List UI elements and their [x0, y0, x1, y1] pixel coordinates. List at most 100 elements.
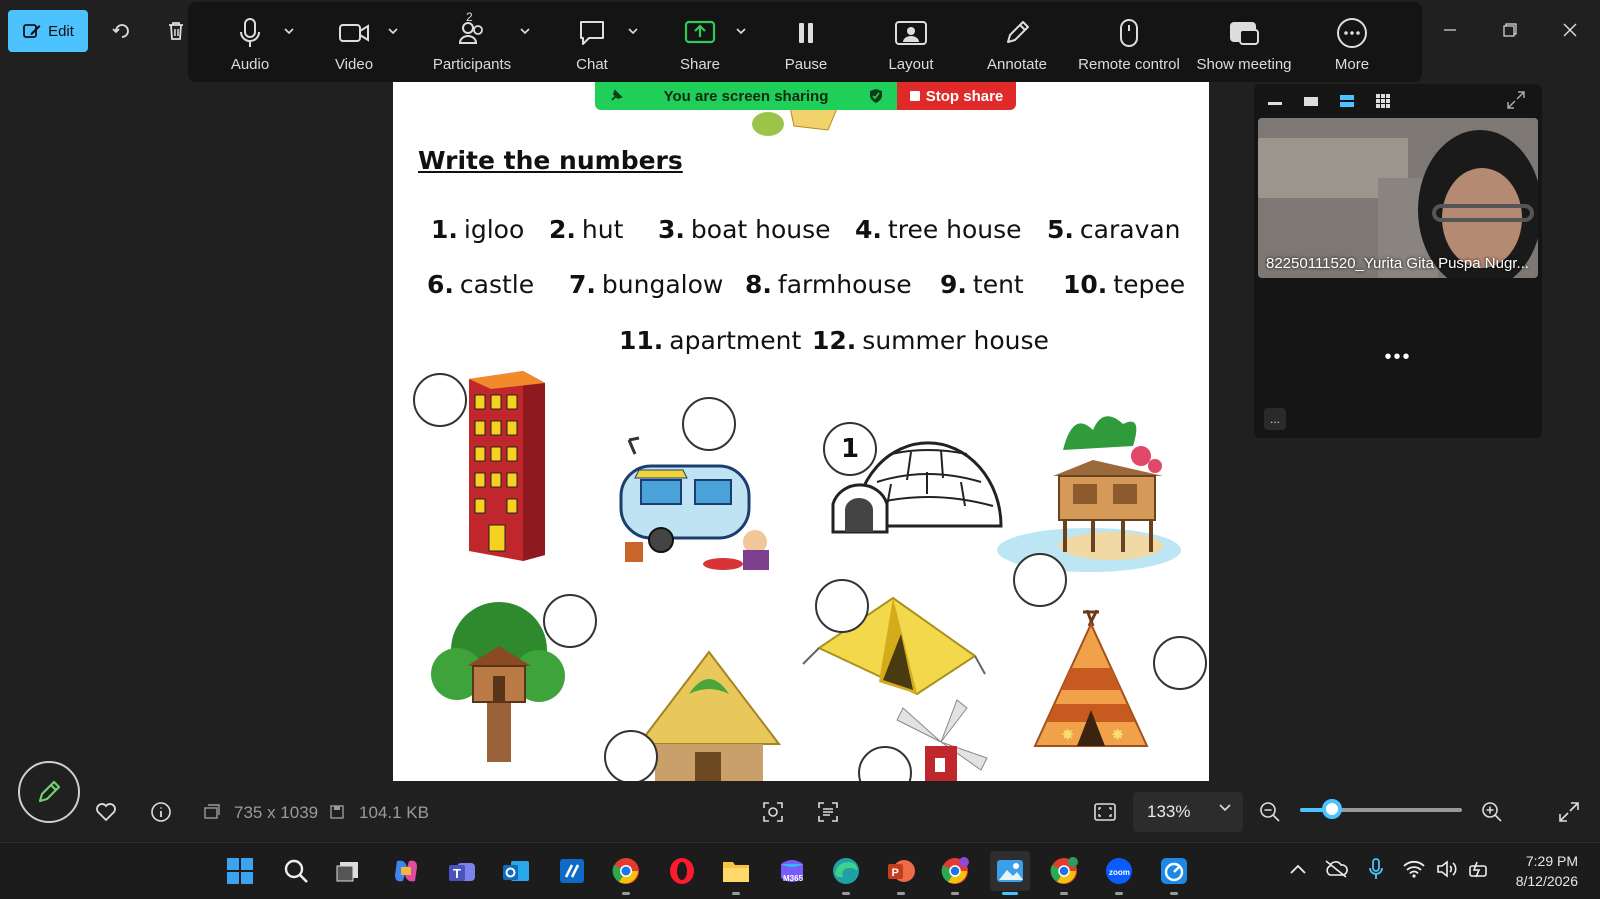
word-text: apartment	[669, 326, 802, 355]
audio-button[interactable]: Audio	[198, 2, 302, 82]
worksheet-title: Write the numbers	[418, 146, 683, 175]
answer-circle[interactable]	[815, 579, 869, 633]
answer-circle[interactable]	[1153, 636, 1207, 690]
fullscreen-button[interactable]	[1557, 800, 1581, 824]
word-item: 4. tree house	[855, 215, 1022, 244]
file-explorer-icon	[723, 862, 749, 882]
video-button[interactable]: Video	[302, 2, 406, 82]
running-indicator	[1002, 892, 1018, 895]
heart-icon	[96, 803, 116, 822]
microphone-status[interactable]	[1362, 855, 1390, 883]
text-scan-button[interactable]	[816, 800, 840, 824]
share-options-chevron[interactable]	[734, 24, 748, 38]
chat-options-chevron[interactable]	[626, 24, 640, 38]
opera-app[interactable]	[662, 851, 702, 891]
system-clock[interactable]: 7:29 PM 8/12/2026	[1516, 851, 1578, 891]
answer-circle[interactable]	[1013, 553, 1067, 607]
gallery-view-button[interactable]	[1372, 90, 1394, 112]
copilot-app[interactable]	[386, 851, 426, 891]
participant-video-tile[interactable]: 82250111520_Yurita Gita Puspa Nugr...	[1258, 118, 1538, 278]
favorite-button[interactable]	[94, 800, 118, 824]
info-button[interactable]	[149, 800, 173, 824]
taskbar-search-button[interactable]	[276, 851, 316, 891]
participants-button[interactable]: 2 Participants	[406, 2, 538, 82]
clock-time: 7:29 PM	[1525, 853, 1578, 869]
restore-button[interactable]	[1480, 0, 1540, 60]
powerpoint-app[interactable]: P	[881, 851, 921, 895]
speaker-view-button[interactable]	[1300, 90, 1322, 112]
remote-control-button[interactable]: Remote control	[1070, 2, 1188, 82]
more-button[interactable]: More	[1300, 2, 1404, 82]
answer-value: 1	[840, 434, 860, 464]
strip-view-button[interactable]	[1336, 90, 1358, 112]
zoom-in-button[interactable]	[1480, 800, 1504, 824]
chrome-app[interactable]	[606, 851, 646, 895]
volume-status[interactable]	[1433, 855, 1461, 883]
image-dimensions: 735 x 1039	[234, 803, 319, 822]
layout-button[interactable]: Layout	[858, 2, 964, 82]
participants-options-chevron[interactable]	[518, 24, 532, 38]
expand-video-button[interactable]	[1506, 90, 1528, 112]
chevron-down-icon	[736, 28, 746, 34]
svg-text:zoom: zoom	[1109, 868, 1130, 877]
chevron-up-icon	[1290, 864, 1306, 874]
opera-icon	[670, 858, 694, 884]
answer-circle-filled[interactable]: 1	[823, 422, 877, 476]
wifi-status[interactable]	[1400, 855, 1428, 883]
annotate-label: Annotate	[986, 56, 1048, 73]
photos-app[interactable]	[990, 851, 1030, 895]
answer-circle[interactable]	[413, 373, 467, 427]
chevron-down-icon	[1219, 804, 1231, 812]
panel-options-button[interactable]: ...	[1264, 408, 1286, 430]
answer-circle[interactable]	[543, 594, 597, 648]
annotate-button[interactable]: Annotate	[964, 2, 1070, 82]
audio-options-chevron[interactable]	[282, 24, 296, 38]
share-button[interactable]: Share	[646, 2, 754, 82]
onedrive-status[interactable]	[1322, 855, 1350, 883]
show-meeting-button[interactable]: Show meeting	[1188, 2, 1300, 82]
show-hidden-icons-button[interactable]	[1284, 855, 1312, 883]
zoom-app[interactable]: zoom	[1099, 851, 1139, 895]
zoom-level-select[interactable]: 133%	[1133, 792, 1243, 832]
edge-icon	[833, 858, 859, 884]
draw-button[interactable]	[18, 761, 80, 823]
volume-icon	[1437, 860, 1457, 878]
chrome-profile-2-app[interactable]	[1044, 851, 1084, 895]
microphone-icon	[240, 18, 260, 47]
minimize-button[interactable]	[1420, 0, 1480, 60]
battery-status[interactable]	[1466, 855, 1494, 883]
minimize-video-button[interactable]	[1264, 90, 1286, 112]
pause-share-button[interactable]: Pause	[754, 2, 858, 82]
powerpoint-icon: P	[888, 860, 915, 882]
chrome-profile-app[interactable]	[935, 851, 975, 895]
vscode-app[interactable]	[552, 851, 592, 891]
m365-app[interactable]: M365	[772, 851, 812, 891]
chat-button[interactable]: Chat	[538, 2, 646, 82]
video-view-tabs	[1264, 90, 1394, 112]
rotate-button[interactable]	[102, 11, 142, 51]
answer-circle[interactable]	[682, 397, 736, 451]
file-explorer-app[interactable]	[716, 851, 756, 895]
word-number: 6.	[427, 270, 454, 299]
edit-button[interactable]: Edit	[8, 10, 88, 52]
task-view-button[interactable]	[328, 851, 368, 891]
share-screen-icon	[684, 20, 716, 44]
boat-house-picture	[997, 416, 1181, 572]
zoom-slider[interactable]	[1300, 799, 1462, 819]
visual-search-button[interactable]	[761, 800, 785, 824]
zoom-slider-thumb[interactable]	[1322, 799, 1342, 819]
speedtest-app[interactable]	[1154, 851, 1194, 895]
zoom-out-button[interactable]	[1258, 800, 1282, 824]
screen-sharing-banner: You are screen sharing Stop share	[595, 82, 1016, 110]
close-button[interactable]	[1540, 0, 1600, 60]
answer-circle[interactable]	[604, 730, 658, 781]
more-participants-dots[interactable]: •••	[1254, 346, 1542, 369]
start-button[interactable]	[220, 851, 260, 891]
video-camera-icon	[339, 24, 369, 42]
edge-app[interactable]	[826, 851, 866, 895]
video-options-chevron[interactable]	[386, 24, 400, 38]
fit-to-window-button[interactable]	[1093, 800, 1117, 824]
teams-app[interactable]: T	[442, 851, 482, 891]
stop-share-button[interactable]: Stop share	[897, 82, 1016, 110]
outlook-app[interactable]	[496, 851, 536, 891]
